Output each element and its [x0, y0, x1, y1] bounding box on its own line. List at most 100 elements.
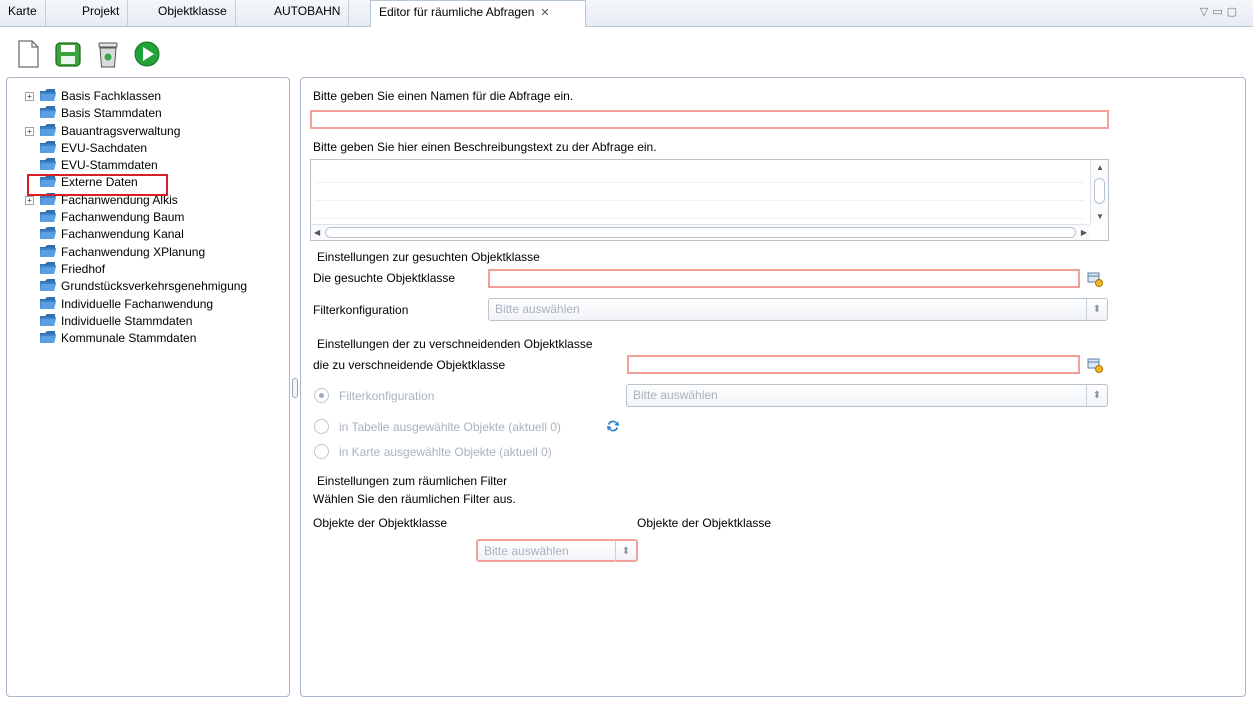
- objects-left-label: Objekte der Objektklasse: [313, 516, 448, 530]
- intersect-filter-select[interactable]: Bitte auswählen ⬍: [626, 384, 1108, 407]
- close-icon[interactable]: ✕: [540, 7, 549, 19]
- filter-config-select[interactable]: Bitte auswählen ⬍: [488, 298, 1108, 321]
- tree-item-label: Fachanwendung XPlanung: [61, 244, 206, 259]
- expand-icon[interactable]: +: [25, 126, 34, 136]
- tree-item[interactable]: Fachanwendung Baum: [21, 209, 289, 226]
- tree-item[interactable]: Basis Stammdaten: [21, 105, 289, 122]
- horizontal-scrollbar[interactable]: ◀ ▶: [311, 224, 1090, 240]
- tree-item[interactable]: EVU-Stammdaten: [21, 157, 289, 174]
- description-prompt: Bitte geben Sie hier einen Beschreibungs…: [313, 140, 657, 154]
- folder-icon: [39, 88, 57, 102]
- toolbar: [0, 28, 1253, 76]
- select-value: Bitte auswählen: [633, 388, 718, 402]
- query-name-input[interactable]: [310, 110, 1109, 129]
- select-value: Bitte auswählen: [495, 302, 580, 316]
- folder-icon: [39, 296, 57, 310]
- name-prompt: Bitte geben Sie einen Namen für die Abfr…: [313, 89, 574, 103]
- tree-item[interactable]: Friedhof: [21, 261, 289, 278]
- editor-tab-bar: Karte Projekt Objektklasse AUTOBAHN Edit…: [0, 0, 1253, 27]
- intersect-class-input[interactable]: [627, 355, 1080, 374]
- tab-label: AUTOBAHN: [274, 4, 341, 18]
- folder-icon: [39, 278, 57, 292]
- maximize-icon[interactable]: ▢: [1227, 6, 1241, 18]
- tree-item-label: Basis Fachklassen: [61, 89, 162, 103]
- scroll-thumb[interactable]: [1094, 178, 1105, 204]
- tree-item[interactable]: Individuelle Stammdaten: [21, 313, 289, 330]
- tree-item-label: Individuelle Stammdaten: [61, 313, 193, 328]
- tree-item[interactable]: + Bauantragsverwaltung: [21, 123, 289, 140]
- refresh-icon[interactable]: [605, 418, 621, 434]
- pick-object-class-icon[interactable]: [1087, 357, 1103, 373]
- tab-objektklasse[interactable]: Objektklasse: [150, 0, 236, 26]
- tree-item[interactable]: Fachanwendung Kanal: [21, 226, 289, 243]
- expand-icon[interactable]: +: [25, 195, 34, 205]
- folder-icon: [39, 209, 57, 223]
- scroll-right-icon[interactable]: ▶: [1081, 228, 1087, 237]
- scroll-left-icon[interactable]: ◀: [314, 228, 320, 237]
- vertical-scrollbar[interactable]: ▲ ▼: [1090, 160, 1108, 223]
- run-icon[interactable]: [134, 40, 160, 68]
- tree-item[interactable]: Grundstücksverkehrsgenehmigung: [21, 278, 289, 295]
- minimize-icon[interactable]: ▭: [1212, 6, 1226, 18]
- tab-label: Objektklasse: [158, 4, 227, 18]
- tab-projekt[interactable]: Projekt: [74, 0, 129, 26]
- tree-item[interactable]: Fachanwendung XPlanung: [21, 244, 289, 261]
- view-controls: ▽▭▢: [1200, 5, 1241, 18]
- folder-icon: [39, 313, 57, 327]
- tree-item[interactable]: Kommunale Stammdaten: [21, 330, 289, 347]
- radio-map-selection-label: in Karte ausgewählte Objekte (aktuell 0): [339, 445, 552, 459]
- scroll-thumb[interactable]: [325, 227, 1076, 238]
- new-document-icon[interactable]: [15, 40, 41, 68]
- scroll-down-icon[interactable]: ▼: [1096, 212, 1104, 221]
- tree-item[interactable]: + Basis Fachklassen: [21, 88, 289, 105]
- query-form-panel: Bitte geben Sie einen Namen für die Abfr…: [300, 77, 1246, 697]
- radio-table-selection-label: in Tabelle ausgewählte Objekte (aktuell …: [339, 420, 561, 434]
- tab-spatial-query-editor[interactable]: Editor für räumliche Abfragen ✕: [370, 0, 586, 27]
- tree-item[interactable]: Individuelle Fachanwendung: [21, 296, 289, 313]
- view-menu-icon[interactable]: ▽: [1200, 6, 1212, 18]
- description-textarea[interactable]: ▲ ▼ ◀ ▶: [310, 159, 1109, 241]
- intersect-class-section-title: Einstellungen der zu verschneidenden Obj…: [317, 337, 593, 351]
- tree-item-label: EVU-Stammdaten: [61, 158, 158, 173]
- trash-icon[interactable]: [95, 40, 121, 68]
- panel-splitter-handle[interactable]: [292, 378, 298, 398]
- searched-class-label: Die gesuchte Objektklasse: [313, 271, 456, 285]
- tab-label: Projekt: [82, 4, 120, 18]
- pick-object-class-icon[interactable]: [1087, 271, 1103, 287]
- folder-icon: [39, 261, 57, 275]
- tree-item-label: Kommunale Stammdaten: [61, 331, 197, 346]
- select-arrow-icon: ⬍: [1086, 385, 1107, 406]
- tree-item-label: Fachanwendung Baum: [61, 210, 185, 225]
- searched-class-input[interactable]: [488, 269, 1080, 288]
- radio-filter-config[interactable]: [314, 388, 329, 403]
- filter-config-label: Filterkonfiguration: [313, 303, 409, 317]
- searched-class-section-title: Einstellungen zur gesuchten Objektklasse: [317, 250, 540, 264]
- tab-karte[interactable]: Karte: [0, 0, 46, 26]
- object-class-tree-panel: + Basis Fachklassen Basis Stammdaten + Bauan…: [6, 77, 290, 697]
- folder-icon: [39, 140, 57, 154]
- tab-autobahn[interactable]: AUTOBAHN: [266, 0, 350, 26]
- folder-icon: [39, 330, 57, 344]
- tab-label: Editor für räumliche Abfragen: [379, 5, 535, 19]
- folder-icon: [39, 123, 57, 137]
- tree-item-label: Individuelle Fachanwendung: [61, 296, 214, 311]
- tree-item-label: Friedhof: [61, 261, 106, 276]
- folder-icon: [39, 105, 57, 119]
- objects-right-label: Objekte der Objektklasse: [637, 516, 772, 530]
- radio-map-selection[interactable]: [314, 444, 329, 459]
- tree-item[interactable]: EVU-Sachdaten: [21, 140, 289, 157]
- tree-item-label: Basis Stammdaten: [61, 106, 162, 121]
- intersect-class-label: die zu verschneidende Objektklasse: [313, 358, 506, 372]
- spatial-filter-select[interactable]: Bitte auswählen ⬍: [476, 539, 638, 562]
- tree-item-label: Bauantragsverwaltung: [61, 123, 181, 138]
- select-arrow-icon: ⬍: [615, 541, 636, 562]
- folder-icon: [39, 226, 57, 240]
- tree-item-label: Fachanwendung Kanal: [61, 227, 184, 242]
- save-icon[interactable]: [54, 40, 81, 68]
- highlight-box: [27, 174, 168, 196]
- radio-table-selection[interactable]: [314, 419, 329, 434]
- tree-item-label: EVU-Sachdaten: [61, 140, 148, 155]
- object-class-tree: + Basis Fachklassen Basis Stammdaten + Bauan…: [21, 88, 289, 347]
- scroll-up-icon[interactable]: ▲: [1096, 163, 1104, 172]
- expand-icon[interactable]: +: [25, 92, 34, 101]
